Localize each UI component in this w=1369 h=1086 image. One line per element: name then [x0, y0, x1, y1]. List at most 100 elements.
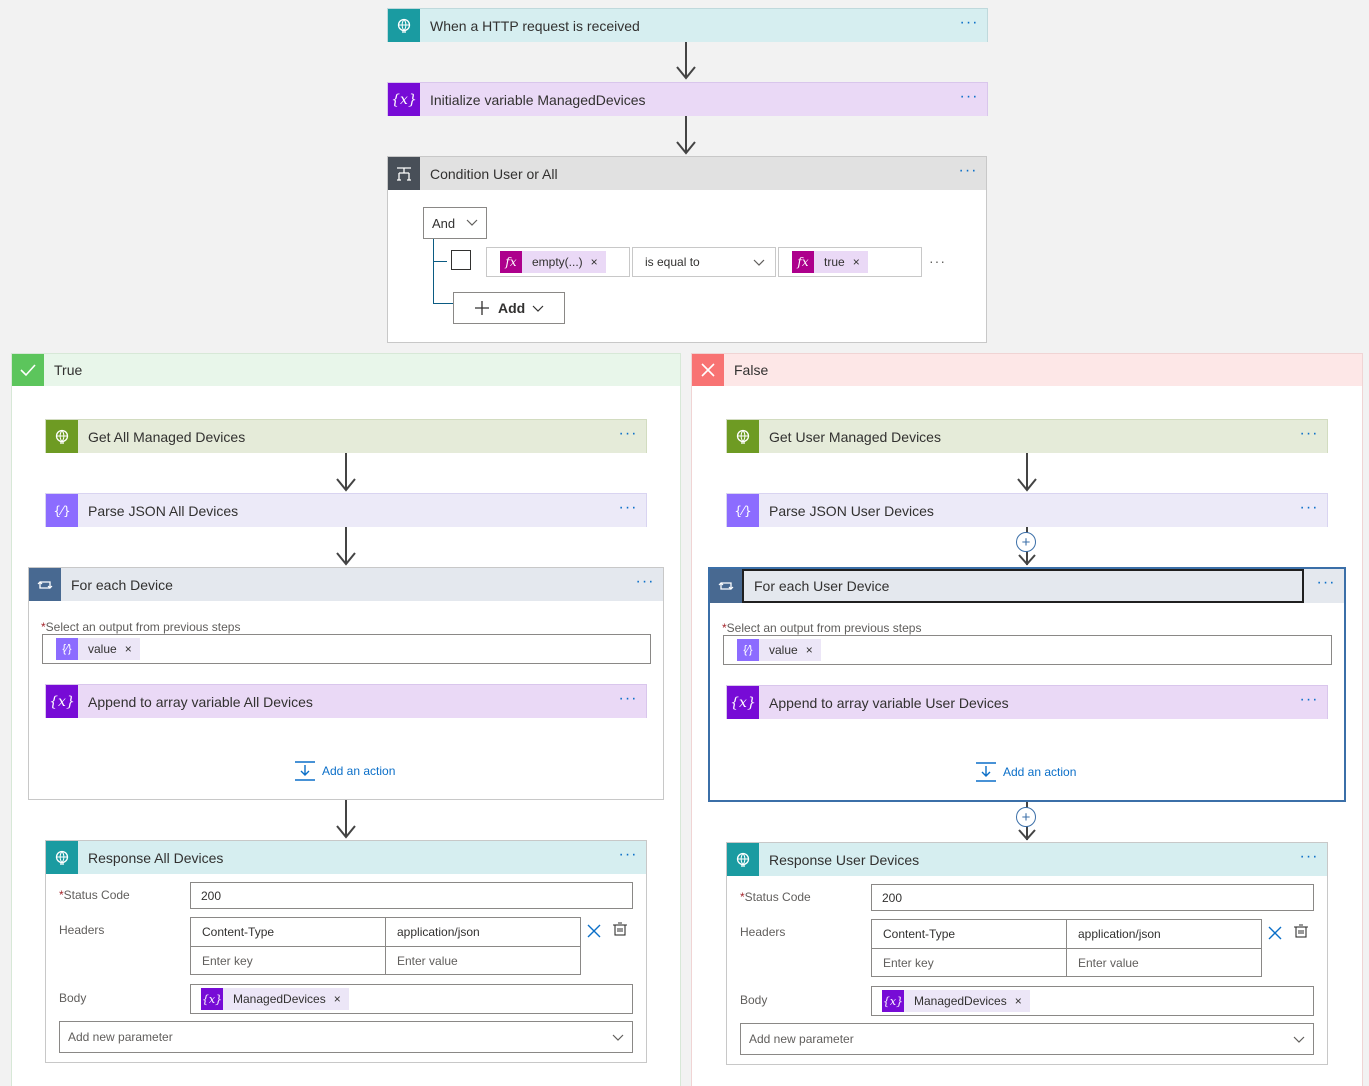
more-options-icon[interactable]: ···: [610, 845, 646, 871]
tree-line: [433, 261, 447, 262]
remove-token-icon[interactable]: ×: [806, 643, 813, 657]
left-token-label: empty(...): [532, 255, 583, 269]
parse-json-all-card[interactable]: {⁄} Parse JSON All Devices ···: [45, 493, 647, 527]
append-user-card[interactable]: {x} Append to array variable User Device…: [726, 685, 1328, 719]
more-options-icon[interactable]: ···: [1291, 498, 1327, 524]
delete-icon[interactable]: [1268, 926, 1282, 940]
status-code-input[interactable]: 200: [190, 882, 633, 909]
foreach-user-device-title[interactable]: For each User Device: [742, 569, 1304, 603]
header-key-input[interactable]: Content-Type: [191, 918, 385, 946]
more-options-icon[interactable]: ···: [950, 161, 986, 187]
select-output-input[interactable]: {⁄} value ×: [723, 635, 1332, 665]
select-output-label: *Select an output from previous steps: [722, 621, 922, 635]
more-options-icon[interactable]: ···: [610, 689, 646, 715]
remove-token-icon[interactable]: ×: [1015, 994, 1022, 1008]
group-operator-label: And: [432, 215, 456, 231]
select-output-input[interactable]: {⁄} value ×: [42, 634, 651, 664]
function-icon: fx: [792, 251, 814, 273]
append-all-card[interactable]: {x} Append to array variable All Devices…: [45, 684, 647, 718]
arrow-head-icon: [1018, 829, 1036, 841]
add-condition-label: Add: [498, 300, 526, 316]
remove-token-icon[interactable]: ×: [334, 992, 341, 1006]
parse-json-icon: {⁄}: [56, 638, 78, 660]
loop-icon: [710, 569, 742, 603]
body-token-label: ManagedDevices: [233, 992, 326, 1006]
operator-label: is equal to: [645, 255, 700, 269]
expression-token: fx empty(...) ×: [500, 251, 606, 273]
trigger-card[interactable]: When a HTTP request is received ···: [387, 8, 988, 42]
globe-icon: [727, 843, 759, 876]
more-options-icon[interactable]: ···: [610, 498, 646, 524]
more-options-icon[interactable]: ···: [1308, 573, 1344, 599]
new-key-input[interactable]: Enter key: [872, 949, 1066, 976]
select-output-token: value: [769, 643, 798, 657]
left-operand-input[interactable]: fx empty(...) ×: [486, 247, 630, 277]
dynamic-content-token: {x} ManagedDevices ×: [882, 990, 1030, 1012]
response-all-title: Response All Devices: [88, 849, 224, 866]
more-options-icon[interactable]: ···: [1291, 424, 1327, 450]
more-options-icon[interactable]: ···: [951, 87, 987, 113]
row-more-icon[interactable]: ···: [929, 253, 946, 269]
add-new-parameter-dropdown[interactable]: Add new parameter: [59, 1021, 633, 1053]
true-branch-label: True: [54, 362, 83, 378]
add-action-button[interactable]: Add an action: [294, 761, 395, 781]
chevron-down-icon: [612, 1034, 624, 1041]
condition-card[interactable]: Condition User or All ··· And fx empty(.…: [387, 156, 987, 343]
remove-token-icon[interactable]: ×: [853, 255, 860, 269]
more-options-icon[interactable]: ···: [610, 424, 646, 450]
more-options-icon[interactable]: ···: [951, 13, 987, 39]
switch-mode-icon[interactable]: [612, 921, 628, 937]
body-label: Body: [740, 993, 768, 1007]
get-user-devices-card[interactable]: Get User Managed Devices ···: [726, 419, 1328, 453]
new-value-input[interactable]: Enter value: [1067, 949, 1261, 976]
right-operand-input[interactable]: fx true ×: [778, 247, 922, 277]
status-code-value: 200: [882, 890, 903, 905]
body-input[interactable]: {x} ManagedDevices ×: [871, 986, 1314, 1016]
tree-line: [433, 239, 434, 303]
new-key-input[interactable]: Enter key: [191, 947, 385, 974]
arrow-head-icon: [1018, 554, 1036, 566]
response-user-card[interactable]: Response User Devices ··· *Status Code 2…: [726, 842, 1328, 1065]
insert-step-plus-icon[interactable]: +: [1016, 532, 1036, 552]
header-value-input[interactable]: application/json: [1067, 920, 1261, 948]
get-all-devices-title: Get All Managed Devices: [88, 428, 246, 445]
more-options-icon[interactable]: ···: [627, 572, 663, 598]
add-new-parameter-dropdown[interactable]: Add new parameter: [740, 1023, 1314, 1055]
chevron-down-icon: [532, 305, 544, 312]
parse-json-all-title: Parse JSON All Devices: [88, 502, 239, 519]
parse-json-icon: {⁄}: [727, 494, 759, 527]
foreach-device-title: For each Device: [71, 576, 173, 593]
status-code-input[interactable]: 200: [871, 884, 1314, 911]
parse-json-user-title: Parse JSON User Devices: [769, 502, 934, 519]
remove-token-icon[interactable]: ×: [125, 642, 132, 656]
more-options-icon[interactable]: ···: [1291, 690, 1327, 716]
group-operator-dropdown[interactable]: And: [423, 207, 487, 239]
more-options-icon[interactable]: ···: [1291, 847, 1327, 873]
body-input[interactable]: {x} ManagedDevices ×: [190, 984, 633, 1014]
header-key-input[interactable]: Content-Type: [872, 920, 1066, 948]
add-action-label: Add an action: [1003, 765, 1077, 779]
headers-table: Content-Type application/json Enter key …: [190, 917, 581, 975]
switch-mode-icon[interactable]: [1293, 923, 1309, 939]
false-branch-label: False: [734, 362, 769, 378]
header-value-input[interactable]: application/json: [386, 918, 580, 946]
add-action-button[interactable]: Add an action: [975, 762, 1076, 782]
delete-icon[interactable]: [587, 924, 601, 938]
operator-dropdown[interactable]: is equal to: [632, 247, 776, 277]
parse-json-user-card[interactable]: {⁄} Parse JSON User Devices ···: [726, 493, 1328, 527]
new-value-input[interactable]: Enter value: [386, 947, 580, 974]
insert-step-plus-icon[interactable]: +: [1016, 807, 1036, 827]
row-checkbox[interactable]: [451, 250, 471, 270]
add-new-parameter-label: Add new parameter: [749, 1032, 854, 1046]
add-condition-button[interactable]: Add: [453, 292, 565, 324]
loop-icon: [29, 568, 61, 601]
condition-icon: [388, 157, 420, 190]
response-all-card[interactable]: Response All Devices ··· *Status Code 20…: [45, 840, 647, 1063]
init-variable-card[interactable]: {x} Initialize variable ManagedDevices ·…: [387, 82, 988, 116]
add-action-icon: [976, 762, 996, 782]
headers-label: Headers: [740, 925, 786, 939]
variable-icon: {x}: [882, 990, 904, 1012]
plus-icon: [475, 301, 489, 315]
get-all-devices-card[interactable]: Get All Managed Devices ···: [45, 419, 647, 453]
remove-token-icon[interactable]: ×: [591, 255, 598, 269]
